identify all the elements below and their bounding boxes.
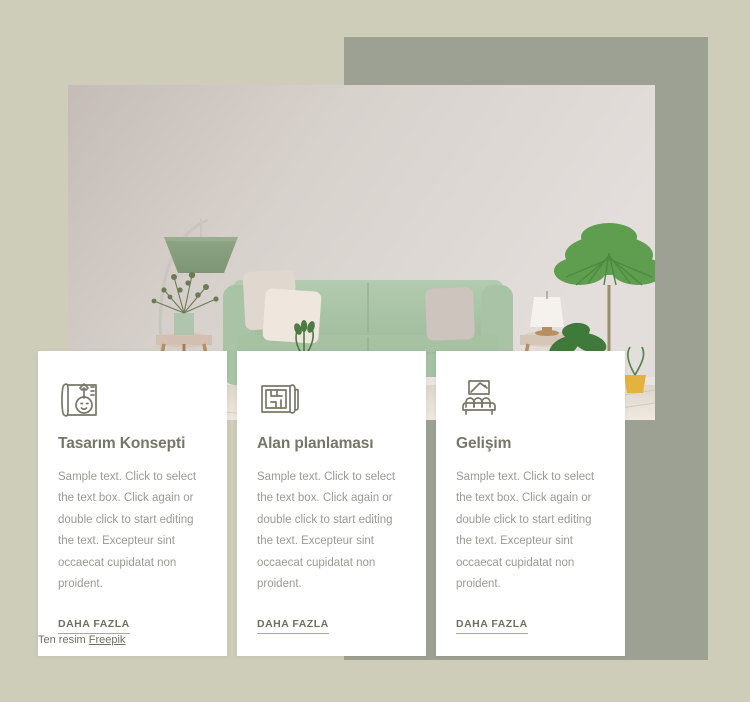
read-more-link[interactable]: DAHA FAZLA: [257, 618, 329, 634]
card-title: Tasarım Konsepti: [58, 435, 186, 452]
read-more-link[interactable]: DAHA FAZLA: [456, 618, 528, 634]
card-body-text: Sample text. Click to select the text bo…: [58, 470, 197, 591]
floor-plan-icon: [257, 375, 303, 421]
feature-card[interactable]: Alan planlaması Sample text. Click to se…: [237, 351, 426, 656]
freepik-link[interactable]: Freepik: [89, 634, 126, 646]
card-title: Alan planlaması: [257, 435, 374, 452]
feature-card[interactable]: Gelişim Sample text. Click to select the…: [436, 351, 625, 656]
feature-card[interactable]: Tasarım Konsepti Sample text. Click to s…: [38, 351, 227, 656]
sofa-artwork-icon: [456, 375, 502, 421]
card-title: Gelişim: [456, 435, 512, 452]
blueprint-compass-icon: [58, 375, 104, 421]
card-body-text: Sample text. Click to select the text bo…: [257, 470, 396, 591]
read-more-link[interactable]: DAHA FAZLA: [58, 618, 130, 634]
credit-prefix: Ten resim: [38, 634, 89, 646]
page-canvas: Tasarım Konsepti Sample text. Click to s…: [0, 0, 750, 702]
card-body-text: Sample text. Click to select the text bo…: [456, 470, 595, 591]
image-credit: Ten resim Freepik: [38, 634, 125, 646]
feature-cards: Tasarım Konsepti Sample text. Click to s…: [38, 351, 674, 656]
